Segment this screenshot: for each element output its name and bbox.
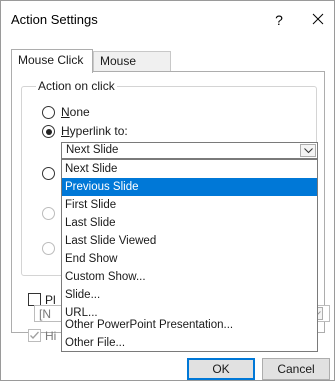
radio-none[interactable]	[42, 106, 55, 119]
ok-button[interactable]: OK	[187, 358, 255, 380]
combobox-dropdown-button[interactable]	[300, 144, 316, 157]
radio-run-macro[interactable]	[42, 207, 55, 220]
hyperlink-combobox[interactable]: Next Slide	[61, 142, 318, 159]
radio-none-label: None	[61, 105, 90, 119]
tab-mouse-over[interactable]: Mouse Over	[93, 51, 171, 87]
dialog-title: Action Settings	[11, 12, 98, 27]
dropdown-item-last-slide[interactable]: Last Slide	[62, 214, 317, 232]
radio-object-action[interactable]	[42, 242, 55, 255]
radio-hyperlink[interactable]	[42, 125, 55, 138]
cancel-button[interactable]: Cancel	[262, 358, 330, 380]
tab-mouse-click[interactable]: Mouse Click	[11, 49, 93, 73]
hyperlink-dropdown-list: Next Slide Previous Slide First Slide La…	[61, 159, 318, 352]
dropdown-item-first-slide[interactable]: First Slide	[62, 196, 317, 214]
dropdown-item-other-presentation[interactable]: Other PowerPoint Presentation...	[62, 316, 317, 334]
help-button[interactable]: ?	[269, 9, 289, 31]
dropdown-item-custom-show[interactable]: Custom Show...	[62, 268, 317, 286]
dropdown-item-previous-slide[interactable]: Previous Slide	[62, 178, 317, 196]
close-icon	[312, 13, 324, 25]
dropdown-item-next-slide[interactable]: Next Slide	[62, 160, 317, 178]
sound-select-value: [N	[39, 307, 51, 321]
highlight-checkbox[interactable]	[28, 329, 41, 342]
radio-none-label-rest: one	[69, 105, 90, 119]
mnemonic-h: H	[61, 124, 70, 138]
checkmark-icon	[30, 331, 39, 339]
hyperlink-combobox-value: Next Slide	[66, 144, 119, 156]
action-settings-dialog: Action Settings ? Mouse Click Mouse Over…	[0, 0, 335, 381]
group-label: Action on click	[36, 79, 117, 93]
radio-hyperlink-label-rest: yperlink to:	[69, 124, 128, 138]
dropdown-item-end-show[interactable]: End Show	[62, 250, 317, 268]
dropdown-item-last-slide-viewed[interactable]: Last Slide Viewed	[62, 232, 317, 250]
chevron-down-icon	[303, 148, 313, 154]
title-bar: Action Settings ?	[1, 1, 334, 39]
tab-strip: Mouse Click Mouse Over	[11, 49, 325, 87]
close-button[interactable]	[306, 9, 330, 31]
dropdown-item-other-file[interactable]: Other File...	[62, 334, 317, 352]
highlight-label: Hi	[45, 329, 57, 343]
radio-hyperlink-label: Hyperlink to:	[61, 124, 128, 138]
dropdown-item-slide[interactable]: Slide...	[62, 286, 317, 304]
radio-run-program[interactable]	[42, 167, 55, 180]
mnemonic-n: N	[61, 105, 70, 119]
